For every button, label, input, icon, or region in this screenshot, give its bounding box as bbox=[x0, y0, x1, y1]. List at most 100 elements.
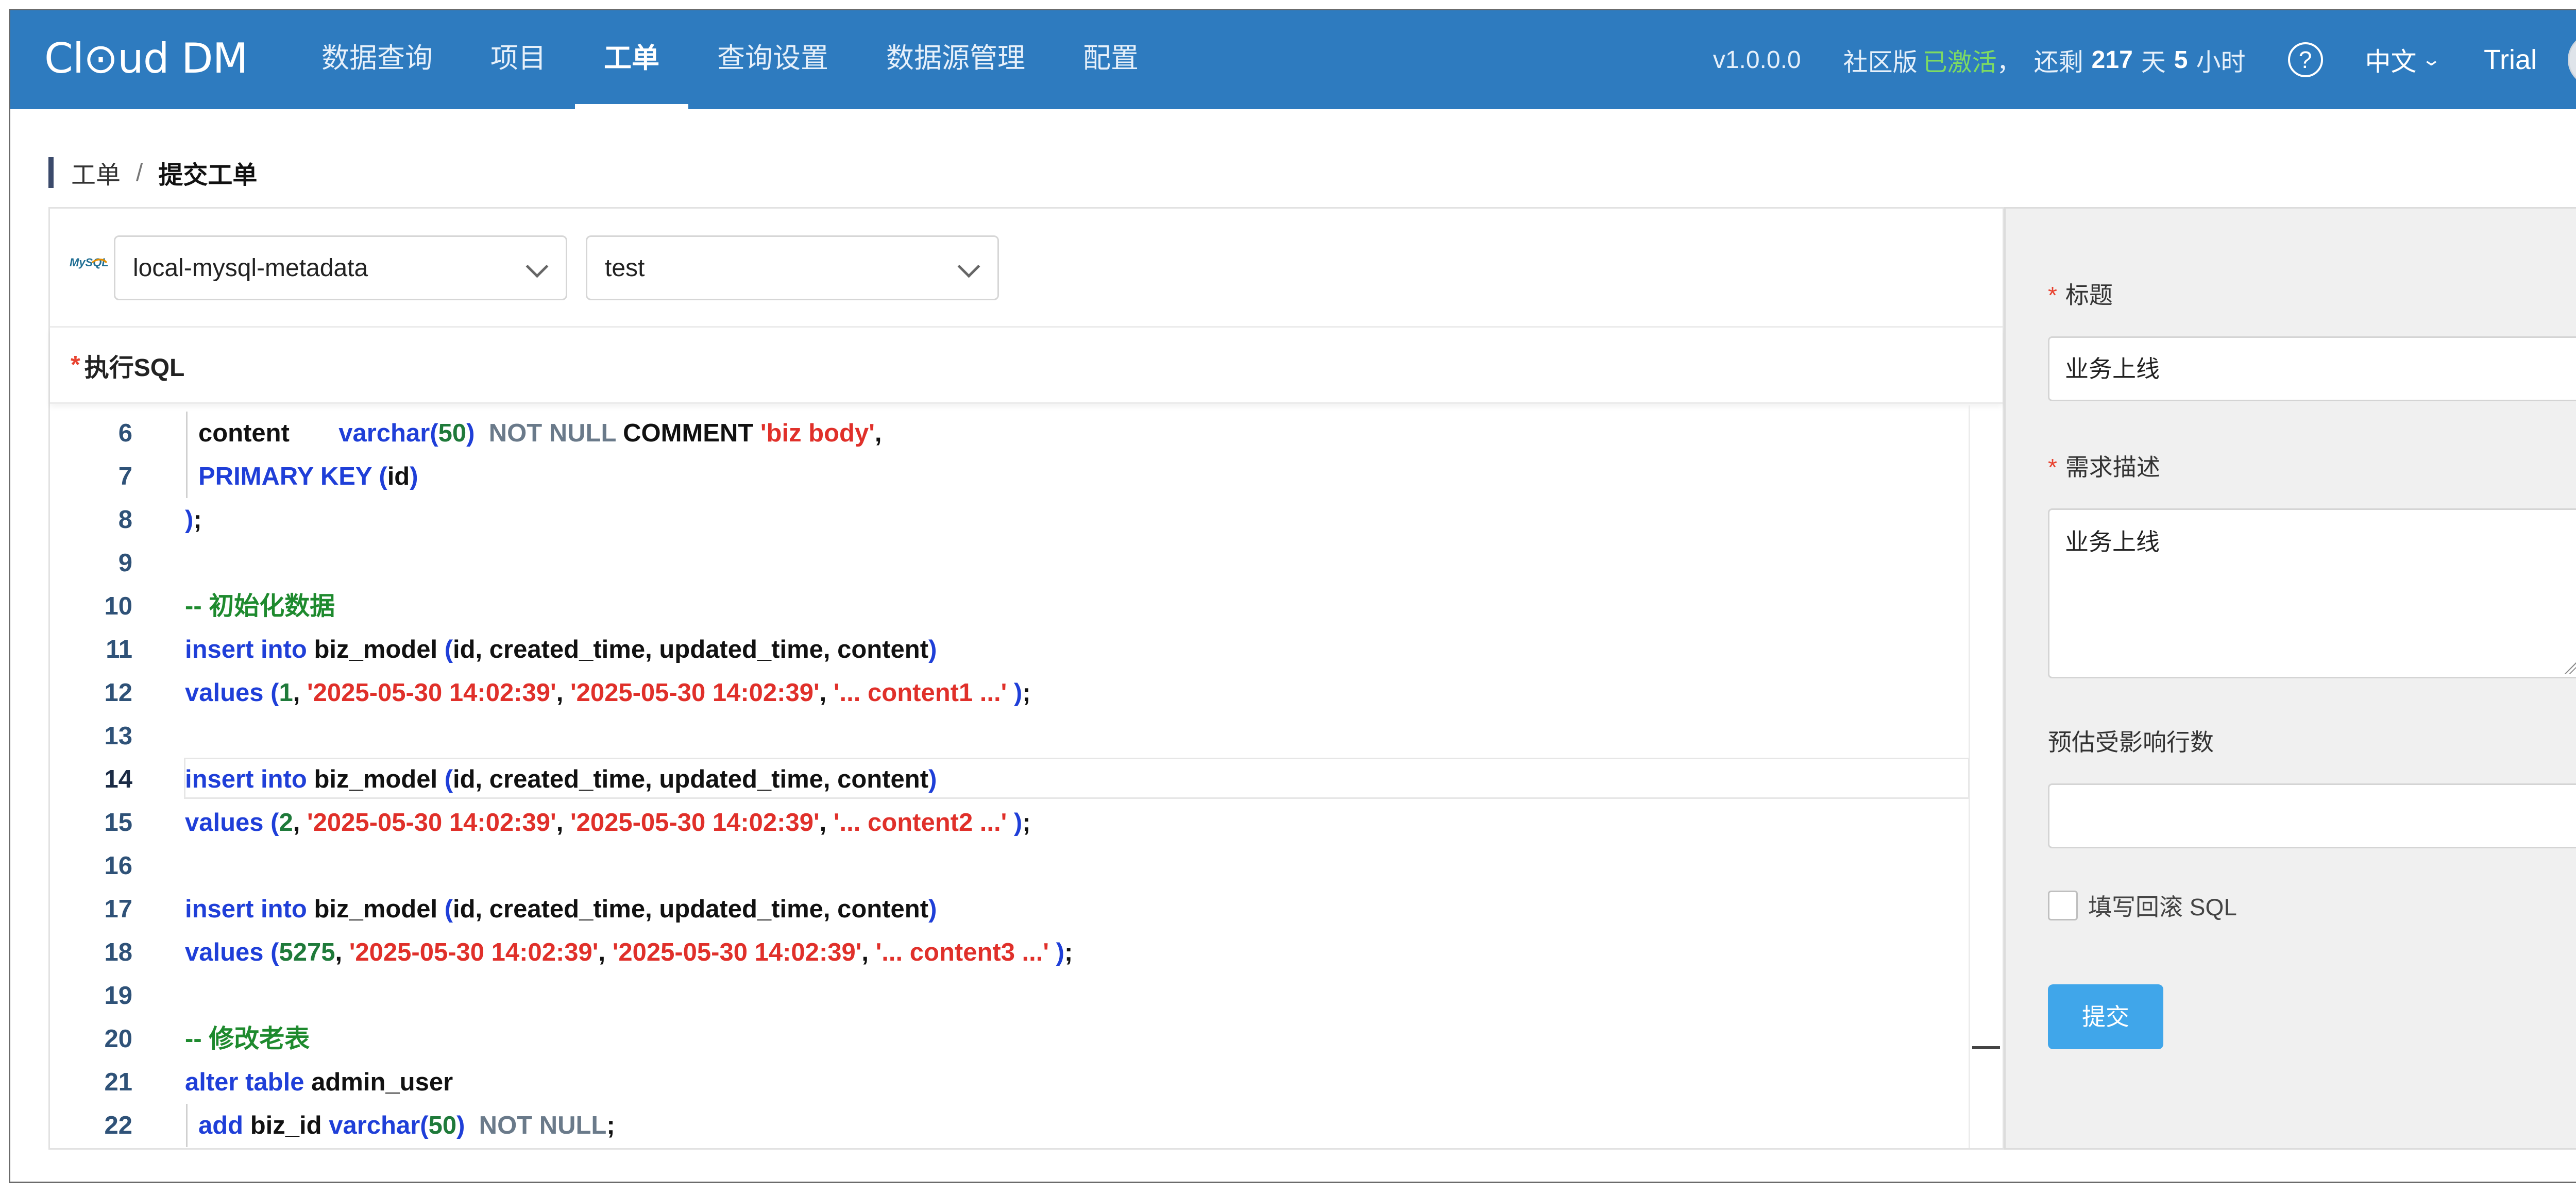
code-text: content varchar(50) NOT NULL COMMENT 'bi… bbox=[198, 412, 882, 455]
code-line[interactable]: 8); bbox=[50, 498, 1970, 541]
rollback-sql-checkbox[interactable] bbox=[2048, 891, 2078, 920]
avatar[interactable] bbox=[2568, 33, 2576, 87]
nav-config[interactable]: 配置 bbox=[1054, 10, 1167, 109]
code-line[interactable]: 9 bbox=[50, 541, 1970, 585]
license-days: 217 bbox=[2091, 46, 2133, 74]
datasource-select[interactable]: local-mysql-metadata bbox=[114, 235, 567, 300]
license-info: 社区版 已激活 ， 还剩 217 天 5 小时 bbox=[1843, 42, 2246, 78]
code-token: '2025-05-30 14:02:39' bbox=[570, 809, 820, 836]
code-token: insert into bbox=[185, 765, 314, 793]
nav-data-query[interactable]: 数据查询 bbox=[314, 10, 462, 109]
code-line[interactable]: 12 values (1, '2025-05-30 14:02:39', '202… bbox=[50, 671, 1970, 714]
help-icon[interactable]: ? bbox=[2287, 42, 2323, 77]
breadcrumb-parent[interactable]: 工单 bbox=[71, 155, 121, 191]
code-text: values (2, '2025-05-30 14:02:39', '2025-… bbox=[185, 801, 1031, 844]
sql-section-header: * 执行SQL bbox=[50, 328, 2003, 404]
description-value: 业务上线 bbox=[2065, 528, 2160, 555]
nav-work-order[interactable]: 工单 bbox=[575, 10, 688, 109]
code-token: 50 bbox=[438, 419, 467, 447]
indent-guide bbox=[186, 1104, 188, 1147]
code-text: alter table admin_user bbox=[185, 1061, 453, 1104]
title-input[interactable]: 业务上线 bbox=[2048, 336, 2576, 401]
code-line[interactable]: 21 alter table admin_user bbox=[50, 1061, 1970, 1104]
line-number: 22 bbox=[104, 1112, 132, 1139]
code-token: ( bbox=[444, 895, 453, 923]
code-token: , bbox=[819, 809, 834, 836]
code-line[interactable]: 20 -- 修改老表 bbox=[50, 1017, 1970, 1061]
code-token: ) bbox=[1049, 938, 1064, 966]
code-line[interactable]: 11 insert into biz_model (id, created_tim… bbox=[50, 628, 1970, 671]
code-token: , bbox=[556, 809, 570, 836]
code-token: ) bbox=[928, 636, 937, 663]
description-textarea[interactable]: 业务上线 bbox=[2048, 508, 2576, 678]
line-number: 9 bbox=[118, 549, 132, 577]
code-token: ; bbox=[1022, 809, 1031, 836]
submit-button[interactable]: 提交 bbox=[2048, 984, 2163, 1049]
scrollbar-thumb[interactable] bbox=[1972, 1046, 2000, 1049]
code-line[interactable]: 6 content varchar(50) NOT NULL COMMENT 'b… bbox=[50, 412, 1970, 455]
code-token: , bbox=[861, 938, 876, 966]
code-token: ( bbox=[444, 636, 453, 663]
code-token: ) bbox=[466, 419, 475, 447]
breadcrumb-accent bbox=[48, 157, 54, 188]
code-token: '... content3 ...' bbox=[875, 938, 1049, 966]
header-right: v1.0.0.0 社区版 已激活 ， 还剩 217 天 5 小时 ? 中文 ⌄ … bbox=[1713, 10, 2576, 109]
code-line[interactable]: 22 add biz_id varchar(50) NOT NULL; bbox=[50, 1104, 1970, 1147]
breadcrumb-current: 提交工单 bbox=[158, 162, 258, 189]
required-marker: * bbox=[2048, 454, 2057, 481]
language-label: 中文 bbox=[2365, 47, 2417, 76]
code-line[interactable]: 7 PRIMARY KEY (id) bbox=[50, 455, 1970, 498]
code-token: NOT NULL bbox=[474, 419, 623, 447]
app-window: Cl⊙ud DM 数据查询 项目 工单 查询设置 数据源管理 配置 v1.0.0… bbox=[9, 9, 2576, 1183]
nav-project[interactable]: 项目 bbox=[462, 10, 575, 109]
cloud-dm-logo[interactable]: Cl⊙ud DM bbox=[44, 33, 248, 84]
resize-handle-icon[interactable] bbox=[2565, 662, 2576, 674]
editor-scrollbar[interactable] bbox=[1969, 405, 2001, 1148]
code-token: ) bbox=[185, 506, 194, 534]
code-token: add bbox=[198, 1112, 250, 1139]
code-line[interactable]: 18 values (5275, '2025-05-30 14:02:39', '… bbox=[50, 931, 1970, 974]
code-line[interactable]: 14 insert into biz_model (id, created_tim… bbox=[50, 758, 1970, 801]
title-label-text: 标题 bbox=[2065, 282, 2113, 309]
code-token: , bbox=[556, 679, 570, 707]
code-token: content bbox=[198, 419, 290, 447]
code-token: 'biz body' bbox=[760, 419, 875, 447]
database-select[interactable]: test bbox=[586, 235, 999, 300]
code-token: id, created_time, updated_time, content bbox=[453, 895, 929, 923]
affected-rows-input[interactable] bbox=[2048, 783, 2576, 848]
nav-query-settings[interactable]: 查询设置 bbox=[688, 10, 857, 109]
code-line[interactable]: 10 -- 初始化数据 bbox=[50, 585, 1970, 628]
code-line[interactable]: 17 insert into biz_model (id, created_tim… bbox=[50, 887, 1970, 931]
code-token: id, created_time, updated_time, content bbox=[453, 765, 929, 793]
line-number: 18 bbox=[104, 938, 132, 966]
code-token: biz_model bbox=[314, 765, 445, 793]
code-editor[interactable]: 6 content varchar(50) NOT NULL COMMENT 'b… bbox=[50, 405, 1970, 1148]
line-number: 7 bbox=[118, 463, 132, 490]
code-line[interactable]: 19 bbox=[50, 974, 1970, 1017]
code-token: -- 初始化数据 bbox=[185, 592, 335, 620]
line-number: 14 bbox=[104, 765, 132, 793]
nav-datasource-management[interactable]: 数据源管理 bbox=[857, 10, 1054, 109]
code-token: values bbox=[185, 809, 271, 836]
datasource-selector-row: MySQL ⌒ local-mysql-metadata test bbox=[50, 209, 2003, 328]
line-number: 13 bbox=[104, 722, 132, 750]
line-number: 19 bbox=[104, 982, 132, 1010]
code-line[interactable]: 15 values (2, '2025-05-30 14:02:39', '202… bbox=[50, 801, 1970, 844]
code-token: ( bbox=[379, 463, 387, 490]
license-hours: 5 bbox=[2174, 46, 2188, 74]
code-line[interactable]: 13 bbox=[50, 714, 1970, 758]
rollback-sql-option[interactable]: 填写回滚 SQL bbox=[2048, 889, 2237, 923]
code-text: -- 初始化数据 bbox=[185, 585, 335, 628]
mysql-logo-icon: MySQL ⌒ bbox=[70, 256, 109, 279]
code-token: '... content2 ...' bbox=[833, 809, 1007, 836]
code-line[interactable]: 16 bbox=[50, 844, 1970, 887]
code-token: 50 bbox=[428, 1112, 457, 1139]
code-token: id bbox=[387, 463, 410, 490]
code-token: alter table bbox=[185, 1068, 312, 1096]
language-selector[interactable]: 中文 ⌄ bbox=[2365, 41, 2442, 78]
chevron-down-icon bbox=[526, 255, 549, 278]
chevron-down-icon bbox=[957, 255, 980, 278]
code-token: insert into bbox=[185, 895, 314, 923]
plan-label[interactable]: Trial bbox=[2484, 44, 2537, 76]
main-nav: 数据查询 项目 工单 查询设置 数据源管理 配置 bbox=[314, 10, 1167, 109]
